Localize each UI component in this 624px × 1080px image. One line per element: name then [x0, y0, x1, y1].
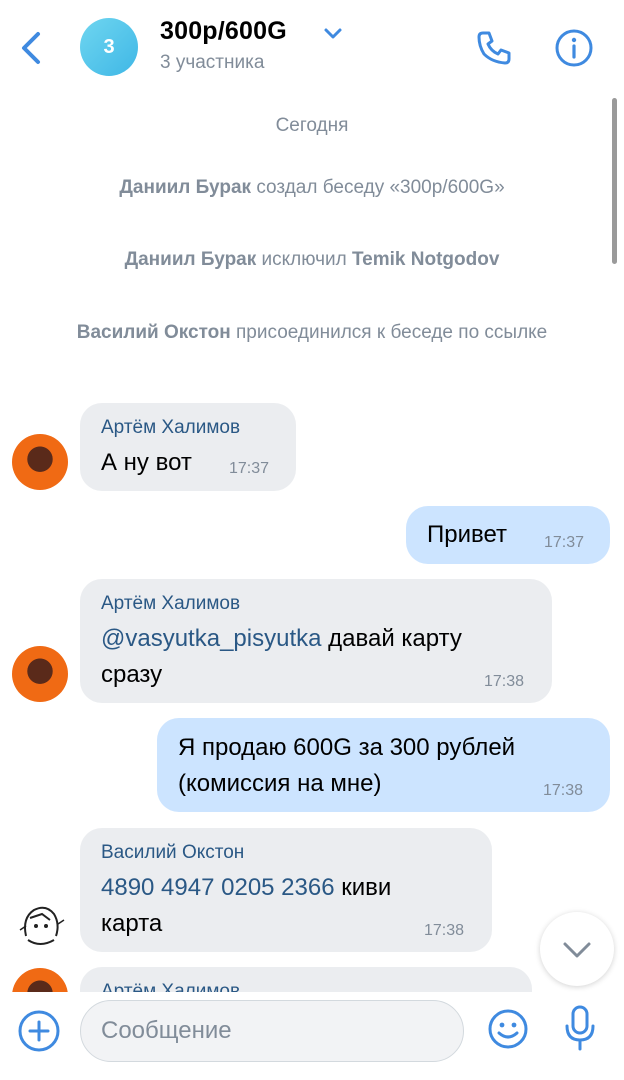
message-bubble[interactable]: Василий Окстон 4890 4947 0205 2366 киви …	[80, 828, 492, 952]
message-text: 4890 4947 0205 2366 киви	[101, 870, 391, 906]
chat-avatar[interactable]: 3	[80, 18, 138, 76]
avatar[interactable]	[12, 646, 68, 702]
sketch-portrait-icon	[19, 906, 65, 945]
service-message: Василий Окстон присоединился к беседе по…	[0, 321, 624, 345]
date-separator: Сегодня	[275, 115, 349, 136]
attach-button[interactable]	[16, 1008, 62, 1054]
chat-header: 3 300р/600G 3 участника	[0, 0, 624, 92]
message-time: 17:37	[544, 534, 585, 551]
card-number-link[interactable]: 4890 4947 0205 2366	[101, 874, 335, 901]
message-clip: Артём Халимов	[0, 960, 624, 992]
emoji-button[interactable]	[486, 1007, 530, 1051]
message-text: карта	[101, 910, 163, 937]
microphone-icon	[565, 1005, 595, 1051]
message-text: А ну вот	[101, 449, 192, 476]
message-composer	[0, 992, 624, 1080]
call-button[interactable]	[474, 28, 514, 68]
message-text: Я продаю 600G за 300 рублей	[178, 734, 516, 761]
smile-icon	[488, 1009, 528, 1049]
message-sender[interactable]: Артём Халимов	[101, 417, 240, 439]
message-sender[interactable]: Василий Окстон	[101, 842, 244, 864]
message-text-part: киви	[334, 874, 392, 901]
message-bubble[interactable]: Артём Халимов А ну вот 17:37	[80, 403, 296, 491]
service-actor[interactable]: Даниил Бурак	[119, 177, 251, 198]
message-text: (комиссия на мне)	[178, 770, 382, 797]
service-text: создал беседу «300р/600G»	[251, 177, 505, 198]
service-text: присоединился к беседе по ссылке	[230, 322, 548, 343]
chat-subtitle: 3 участника	[160, 52, 265, 73]
message-bubble[interactable]: Привет 17:37	[406, 506, 610, 564]
message-input[interactable]	[80, 1000, 464, 1062]
message-sender[interactable]: Артём Халимов	[101, 593, 240, 615]
message-time: 17:38	[424, 922, 465, 939]
message-time: 17:38	[484, 673, 525, 690]
info-button[interactable]	[553, 27, 595, 69]
avatar[interactable]	[12, 968, 68, 992]
avatar[interactable]	[12, 434, 68, 490]
message-bubble[interactable]: Артём Халимов	[80, 967, 532, 992]
chat-avatar-label: 3	[103, 35, 115, 58]
back-button[interactable]	[14, 26, 50, 70]
service-text: исключил	[256, 249, 352, 270]
message-sender[interactable]: Артём Халимов	[101, 981, 240, 992]
service-actor[interactable]: Даниил Бурак	[125, 249, 257, 270]
service-actor[interactable]: Василий Окстон	[77, 322, 231, 343]
message-time: 17:37	[229, 460, 270, 477]
plus-circle-icon	[18, 1010, 60, 1052]
message-text-part: давай карту	[321, 625, 462, 652]
voice-message-button[interactable]	[562, 1004, 598, 1054]
chevron-down-icon[interactable]	[322, 24, 344, 42]
mention-link[interactable]: @vasyutka_pisyutka	[101, 625, 321, 652]
avatar[interactable]	[12, 896, 68, 952]
chevron-down-icon	[563, 942, 591, 958]
scroll-down-button[interactable]	[540, 912, 614, 986]
service-message: Даниил Бурак создал беседу «300р/600G»	[0, 176, 624, 200]
info-icon	[555, 29, 593, 67]
message-time: 17:38	[543, 782, 584, 799]
chat-title[interactable]: 300р/600G	[160, 17, 287, 46]
message-bubble[interactable]: Я продаю 600G за 300 рублей (комиссия на…	[157, 718, 610, 812]
service-message: Даниил Бурак исключил Temik Notgodov	[0, 248, 624, 272]
service-target[interactable]: Temik Notgodov	[352, 249, 499, 270]
chevron-left-icon	[22, 32, 40, 64]
message-text: сразу	[101, 661, 163, 688]
message-bubble[interactable]: Артём Халимов @vasyutka_pisyutka давай к…	[80, 579, 552, 703]
phone-icon	[477, 31, 511, 65]
message-text: Привет	[427, 521, 508, 548]
message-text: @vasyutka_pisyutka давай карту	[101, 621, 462, 657]
